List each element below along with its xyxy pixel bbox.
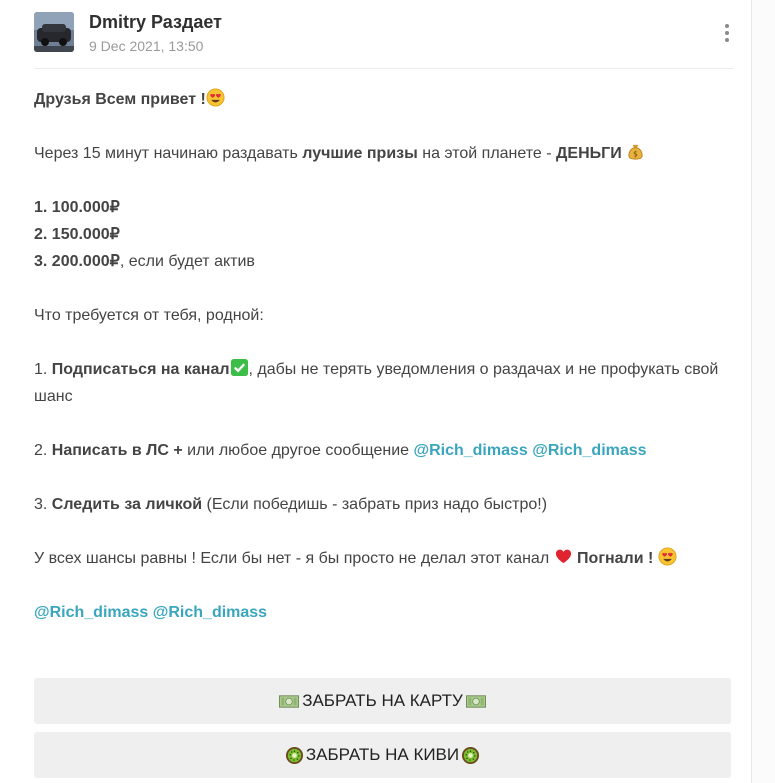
claim-card-label: ЗАБРАТЬ НА КАРТУ [302,691,463,710]
check-mark-emoji-icon [230,358,248,377]
avatar[interactable] [34,12,74,52]
dollar-banknote-emoji-icon [465,694,486,708]
kiwi-fruit-emoji-icon [285,746,303,764]
svg-text:$: $ [633,149,638,158]
money-bag-emoji-icon: $ [628,144,643,160]
closing-line: У всех шансы равны ! Если бы нет - я бы … [34,545,734,572]
step-1: 1. Подписаться на канал, дабы не терять … [34,356,734,410]
intro-mid-text: на этой планете - [417,145,557,162]
kiwi-fruit-emoji-icon [462,746,480,764]
post-date: 9 Dec 2021, 13:50 [89,38,204,54]
prize-item: 2. 150.000₽ [34,226,120,243]
prize-item: 1. 100.000₽ [34,199,120,216]
username-link[interactable]: @Rich_dimass [34,604,148,621]
greeting-text: Друзья Всем привет ! [34,91,206,108]
heart-eyes-emoji-icon [658,547,677,566]
username-link[interactable]: @Rich_dimass [153,604,267,621]
prize-list: 1. 100.000₽ 2. 150.000₽ 3. 200.000₽, есл… [34,194,734,275]
author-name[interactable]: Dmitry Раздает [89,12,222,33]
more-options-icon[interactable] [718,24,736,44]
step-2: 2. Написать в ЛС + или любое другое сооб… [34,442,647,459]
claim-card-button[interactable]: ЗАБРАТЬ НА КАРТУ [34,678,731,724]
step-3: 3. Следить за личкой (Если победишь - за… [34,496,548,513]
intro-money-text: ДЕНЬГИ [556,145,622,162]
dollar-banknote-emoji-icon [279,694,300,708]
post-card: Dmitry Раздает 9 Dec 2021, 13:50 Друзья … [0,0,752,783]
post-header: Dmitry Раздает 9 Dec 2021, 13:50 [34,12,734,69]
username-link[interactable]: @Rich_dimass [532,442,646,459]
intro-line: Через 15 минут начинаю раздавать лучшие … [34,140,734,167]
username-link[interactable]: @Rich_dimass [413,442,527,459]
page: Dmitry Раздает 9 Dec 2021, 13:50 Друзья … [0,0,775,783]
claim-qiwi-button[interactable]: ЗАБРАТЬ НА КИВИ [34,732,731,778]
heart-eyes-emoji-icon [206,88,225,107]
requirements-line: Что требуется от тебя, родной: [34,307,264,324]
claim-qiwi-label: ЗАБРАТЬ НА КИВИ [305,745,460,764]
greeting-line: Друзья Всем привет ! [34,86,734,113]
prize-item: 3. 200.000₽, если будет актив [34,253,255,270]
intro-text: Через 15 минут начинаю раздавать [34,145,303,162]
post-body: Друзья Всем привет ! Через 15 минут начи… [34,86,734,653]
red-heart-emoji-icon [555,549,571,564]
links-line: @Rich_dimass @Rich_dimass [34,599,734,626]
intro-bold-text: лучшие призы [302,145,418,162]
